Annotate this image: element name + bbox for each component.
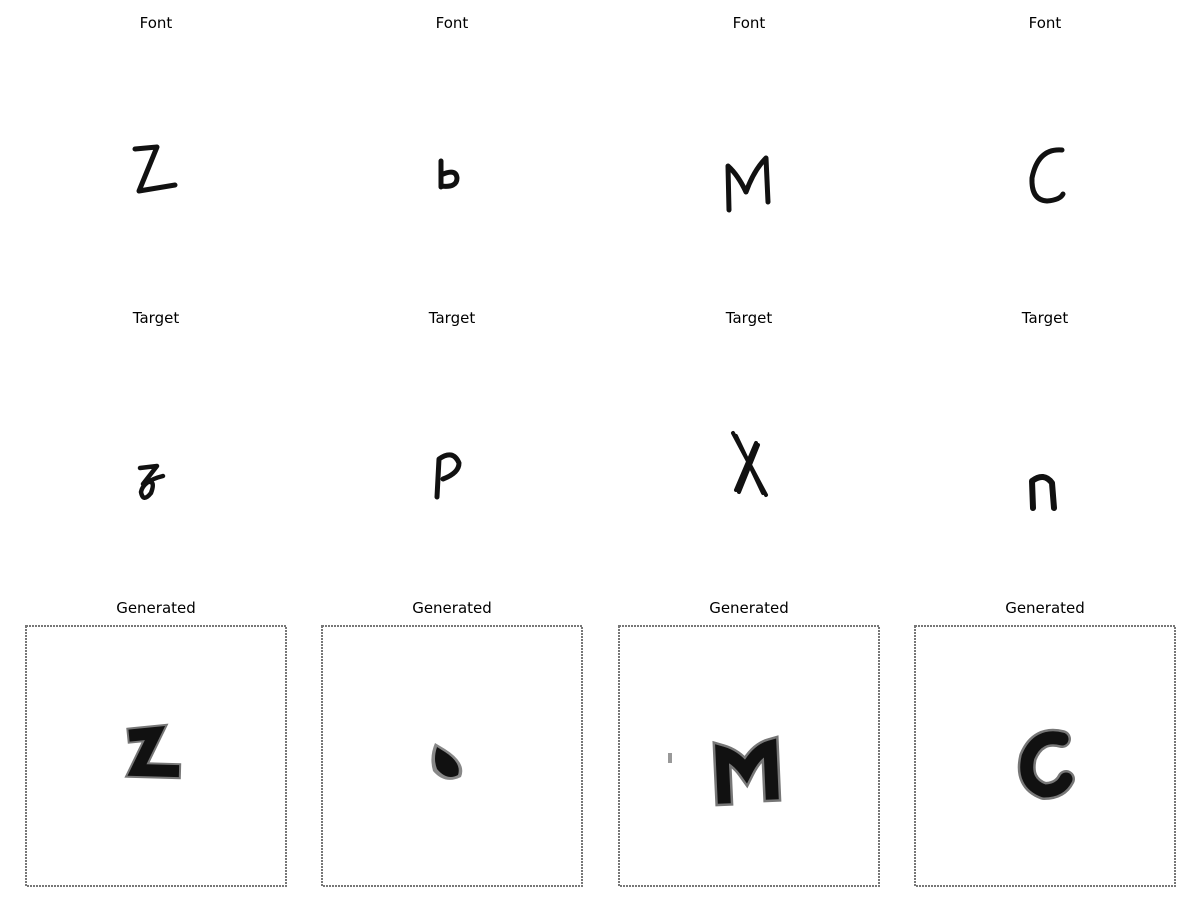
font-panel-1: Font [25,14,287,302]
target-panel-1: Target [25,309,287,597]
panel-title: Target [132,309,180,327]
glyph-g-image [137,463,166,500]
generated-m-image [618,625,880,887]
glyph-x-image [731,431,768,497]
generated-panel-4: Generated [914,599,1176,887]
generated-b-image [321,625,583,887]
panel-title: Font [435,14,469,32]
target-panel-4: Target [914,309,1176,597]
glyph-m-image [725,155,771,213]
panel-title: Generated [116,599,196,617]
target-panel-2: Target [321,309,583,597]
glyph-c-image [1029,147,1066,204]
glyph-z-image [132,144,178,194]
panel-title: Generated [412,599,492,617]
panel-title: Generated [1005,599,1085,617]
panel-title: Font [139,14,173,32]
panel-title: Generated [709,599,789,617]
panel-title: Font [732,14,766,32]
generated-panel-3: Generated [618,599,880,887]
glyph-b-image [438,158,460,190]
generated-c-image [914,625,1176,887]
generated-panel-2: Generated [321,599,583,887]
font-panel-2: Font [321,14,583,302]
glyph-n-image [1029,474,1057,511]
panel-title: Target [1021,309,1069,327]
panel-title: Font [1028,14,1062,32]
font-panel-3: Font [618,14,880,302]
font-panel-4: Font [914,14,1176,302]
glyph-p-image [434,452,462,500]
panel-title: Target [725,309,773,327]
target-panel-3: Target [618,309,880,597]
panel-title: Target [428,309,476,327]
generated-panel-1: Generated [25,599,287,887]
generated-z-image [25,625,287,887]
